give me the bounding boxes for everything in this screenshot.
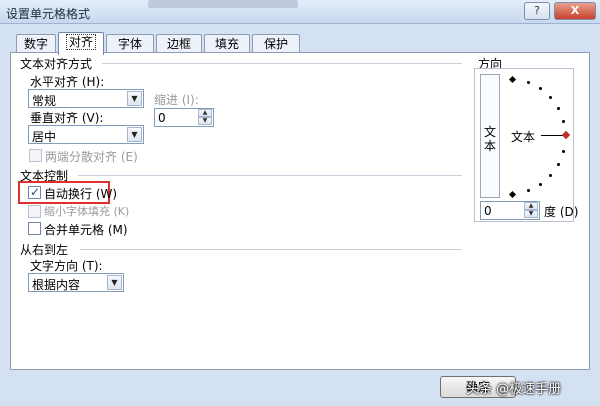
angle-marker-minus-90 [508, 190, 517, 199]
merge-cells-label: 合并单元格 (M) [44, 223, 128, 237]
angle-dot [527, 189, 530, 192]
chevron-down-icon: ▼ [127, 91, 142, 106]
background-window-title [148, 0, 298, 8]
text-direction-label: 文字方向 (T): [30, 259, 103, 273]
orientation-text-label: 文本 [511, 130, 536, 144]
text-control-divider [78, 175, 462, 176]
shrink-to-fit-label: 缩小字体填充 (K) [44, 205, 130, 218]
tab-font[interactable]: 字体 [106, 34, 154, 54]
right-to-left-divider [80, 249, 462, 250]
wrap-text-label: 自动换行 (W) [44, 187, 118, 201]
vertical-text-toggle[interactable]: 文本 [480, 74, 500, 198]
indent-spinner[interactable]: 0 ▲ ▼ [154, 108, 214, 127]
angle-dot [562, 150, 565, 153]
horizontal-alignment-label: 水平对齐 (H): [30, 75, 105, 89]
spin-down-icon[interactable]: ▼ [524, 210, 538, 218]
degrees-label: 度 (D) [544, 205, 579, 219]
watermark: 头条 @极速手册 [466, 382, 562, 397]
angle-dot [549, 96, 552, 99]
help-button[interactable]: ? [524, 2, 550, 20]
spin-up-icon[interactable]: ▲ [524, 202, 538, 210]
angle-dot [527, 81, 530, 84]
tab-number[interactable]: 数字 [16, 34, 56, 54]
text-direction-select[interactable]: 根据内容 ▼ [28, 273, 124, 292]
orientation-needle [541, 135, 563, 136]
degrees-value: 0 [484, 204, 492, 218]
vertical-alignment-select[interactable]: 居中 ▼ [28, 125, 144, 144]
title-bar: 设置单元格格式 ? X [0, 0, 600, 24]
tab-fill[interactable]: 填充 [204, 34, 250, 54]
checkmark-icon: ✓ [30, 185, 41, 199]
justify-distributed-label: 两端分散对齐 (E) [45, 150, 138, 164]
justify-distributed-checkbox[interactable] [29, 149, 42, 162]
text-alignment-divider [102, 63, 462, 64]
text-direction-value: 根据内容 [32, 278, 81, 292]
angle-dot [539, 87, 542, 90]
indent-value: 0 [158, 111, 166, 125]
degrees-spinner[interactable]: 0 ▲ ▼ [480, 201, 540, 220]
spin-up-icon[interactable]: ▲ [198, 109, 212, 117]
angle-dot [557, 107, 560, 110]
chevron-down-icon: ▼ [127, 127, 142, 142]
close-button[interactable]: X [554, 2, 596, 20]
horizontal-alignment-select[interactable]: 常规 ▼ [28, 89, 144, 108]
indent-label: 缩进 (I): [154, 93, 199, 107]
text-alignment-section-label: 文本对齐方式 [20, 57, 93, 71]
angle-marker-90 [508, 75, 517, 84]
shrink-to-fit-checkbox[interactable] [28, 205, 41, 218]
angle-dot [539, 183, 542, 186]
tab-alignment[interactable]: 对齐 [58, 32, 104, 55]
right-to-left-section-label: 从右到左 [20, 243, 69, 257]
vertical-alignment-label: 垂直对齐 (V): [30, 111, 104, 125]
wrap-text-checkbox[interactable]: ✓ [28, 185, 41, 199]
orientation-control[interactable]: 文本 文本 [474, 68, 574, 222]
chevron-down-icon: ▼ [107, 275, 122, 290]
horizontal-alignment-value: 常规 [32, 94, 57, 108]
tab-protection[interactable]: 保护 [252, 34, 300, 54]
vertical-text-label: 文本 [484, 125, 497, 153]
vertical-alignment-value: 居中 [32, 130, 57, 144]
spin-down-icon[interactable]: ▼ [198, 117, 212, 125]
tab-border[interactable]: 边框 [156, 34, 202, 54]
window-title: 设置单元格格式 [6, 7, 91, 21]
angle-dot [557, 163, 560, 166]
angle-dot [549, 174, 552, 177]
merge-cells-checkbox[interactable] [28, 222, 41, 235]
orientation-handle[interactable] [561, 130, 571, 140]
angle-dot [562, 120, 565, 123]
